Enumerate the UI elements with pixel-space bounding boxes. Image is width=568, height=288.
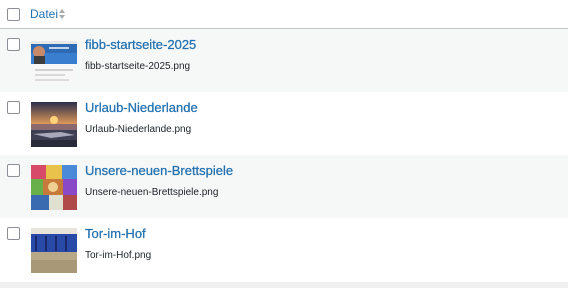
thumbnail-image[interactable] <box>31 39 77 84</box>
row-checkbox[interactable] <box>7 101 20 114</box>
media-title-link[interactable]: Urlaub-Niederlande <box>85 100 198 116</box>
table-row: Unsere-neuen-Brettspiele Unsere-neuen-Br… <box>0 155 568 218</box>
media-title-link[interactable]: Unsere-neuen-Brettspiele <box>85 163 233 179</box>
media-filename: fibb-startseite-2025.png <box>85 61 191 72</box>
media-title-link[interactable]: Tor-im-Hof <box>85 226 146 242</box>
media-list-table: Datei fibb-startseite-2025 fibb-startsei… <box>0 0 568 282</box>
thumbnail-image[interactable] <box>31 165 77 210</box>
media-filename: Urlaub-Niederlande.png <box>85 124 192 135</box>
media-filename: Unsere-neuen-Brettspiele.png <box>85 187 219 198</box>
thumbnail-image[interactable] <box>31 228 77 273</box>
select-all-checkbox[interactable] <box>7 8 20 21</box>
table-row: Urlaub-Niederlande Urlaub-Niederlande.pn… <box>0 92 568 155</box>
table-row: Tor-im-Hof Tor-im-Hof.png <box>0 218 568 281</box>
thumbnail-image[interactable] <box>31 102 77 147</box>
row-checkbox[interactable] <box>7 164 20 177</box>
column-header-file[interactable]: Datei <box>30 7 58 21</box>
row-checkbox[interactable] <box>7 227 20 240</box>
table-header: Datei <box>0 0 568 29</box>
media-title-link[interactable]: fibb-startseite-2025 <box>85 37 197 53</box>
media-filename: Tor-im-Hof.png <box>85 250 152 261</box>
sort-arrows-icon[interactable] <box>58 7 66 21</box>
row-checkbox[interactable] <box>7 38 20 51</box>
table-row: fibb-startseite-2025 fibb-startseite-202… <box>0 29 568 92</box>
